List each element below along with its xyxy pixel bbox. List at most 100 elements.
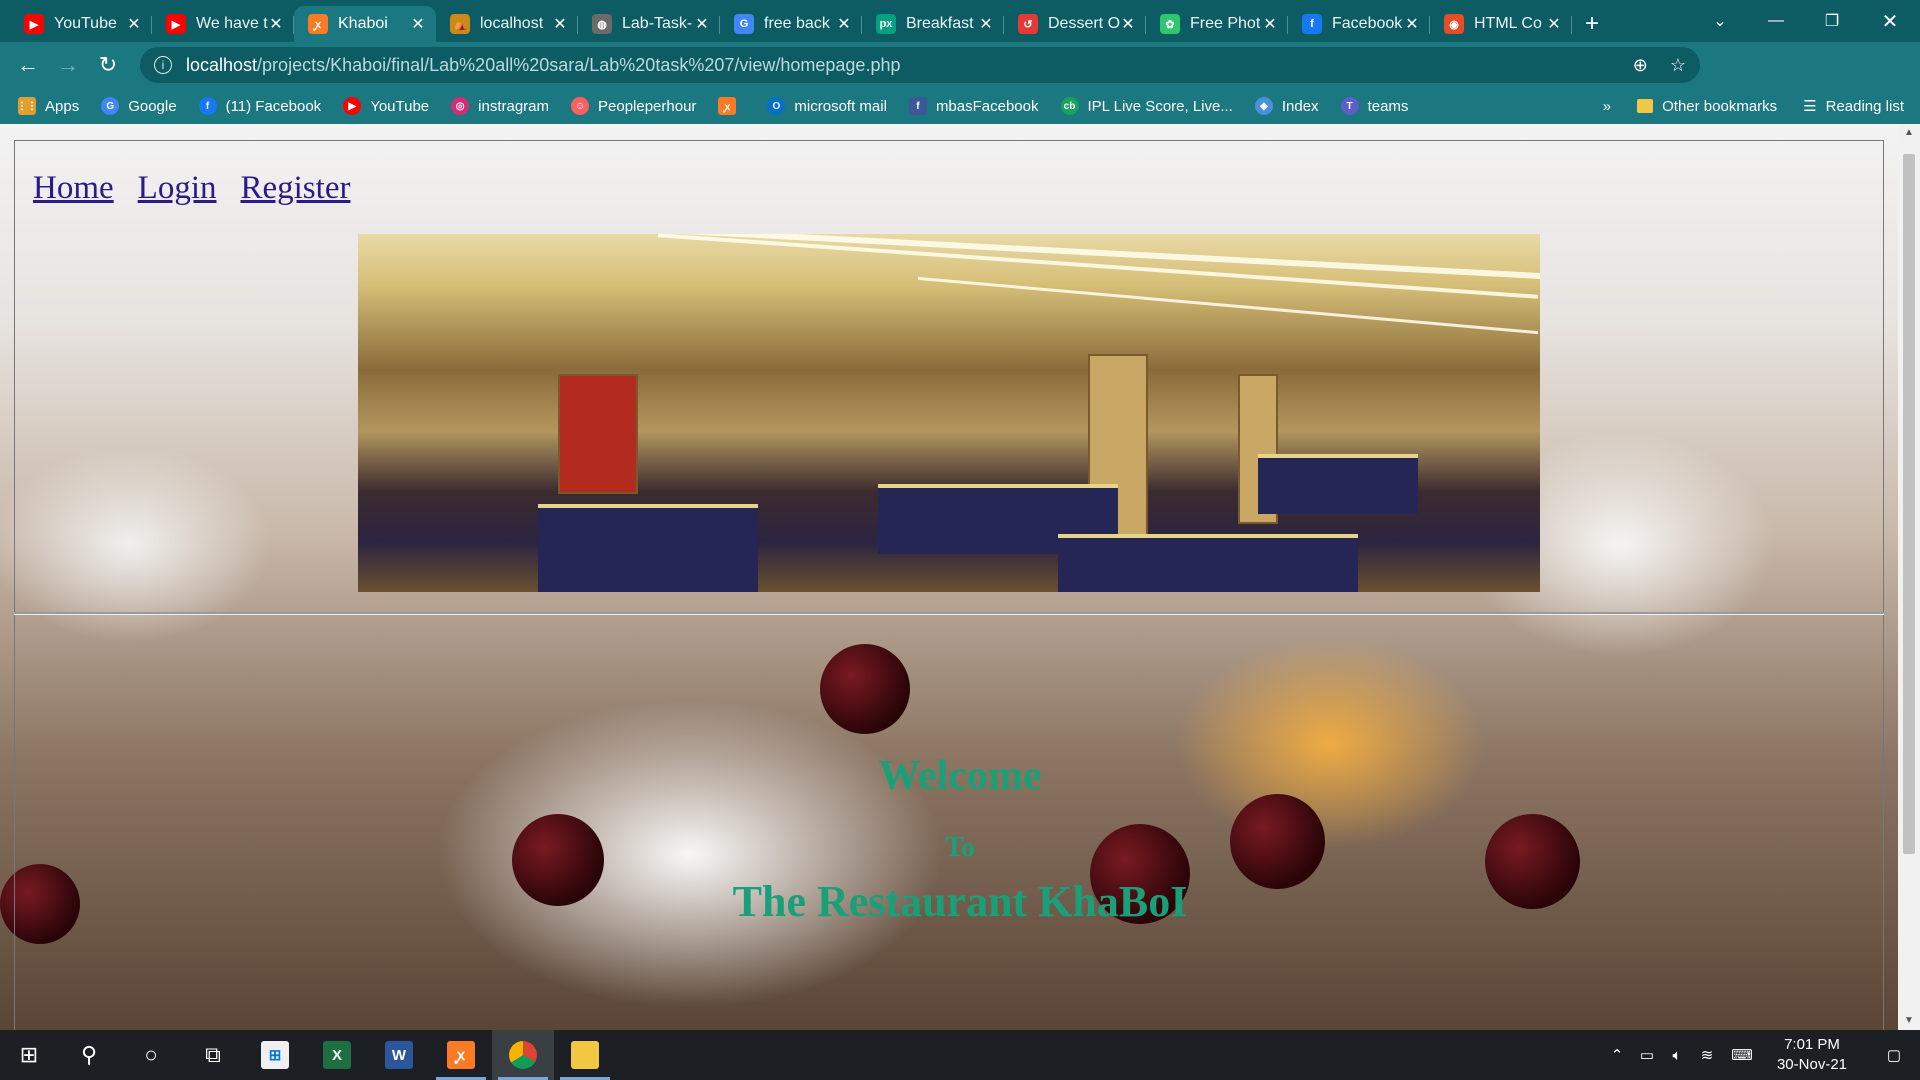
browser-tab[interactable]: Gfree back ✕ [720,6,862,42]
nav-home-link[interactable]: Home [33,170,114,207]
close-window-button[interactable]: ✕ [1862,0,1918,42]
bookmark-label: instragram [478,97,549,115]
volume-icon[interactable]: 🔈︎ [1662,1047,1692,1064]
bookmark-item[interactable]: G Google [101,97,177,115]
horizontal-rule [14,612,1884,615]
bookmark-item[interactable]: ꭙ [718,97,745,115]
back-icon[interactable]: ← [8,45,48,85]
wifi-icon[interactable]: ≋ [1692,1046,1722,1064]
index-icon: ◈ [1254,97,1273,115]
xampp-taskbar-icon[interactable]: ꭙ [430,1030,492,1080]
bookmark-item[interactable]: Omicrosoft mail [767,97,887,115]
tab-close-icon[interactable]: ✕ [126,14,142,34]
tab-close-icon[interactable]: ✕ [694,14,710,34]
welcome-to-text: To [944,832,976,863]
forward-icon[interactable]: → [48,45,88,85]
browser-tab[interactable]: ꭙ Khaboi ✕ [294,6,436,42]
keyboard-icon[interactable]: ⌨ [1722,1046,1762,1064]
bookmark-label: Index [1281,97,1319,115]
other-bookmarks-label: Other bookmarks [1662,97,1778,115]
bookmark-item[interactable]: ⋮⋮ Apps [17,97,79,115]
zoom-icon[interactable]: ⊕ [1633,55,1648,76]
bookmark-item[interactable]: ◎ instragram [451,97,549,115]
tab-close-icon[interactable]: ✕ [836,14,852,34]
bookmark-item[interactable]: cb IPL Live Score, Live... [1060,97,1233,115]
tab-label: Breakfast [906,15,974,32]
new-tab-button[interactable]: + [1572,6,1612,42]
clock-time: 7:01 PM [1784,1036,1840,1053]
cricbuzz-icon: cb [1060,97,1079,115]
tab-close-icon[interactable]: ✕ [978,14,994,34]
tab-list: ▶ YouTube ✕ ▶ We have t ✕ ꭙ Khaboi ✕ ⛺ localhost ✕ ◍… [10,0,1572,42]
bookmark-item[interactable]: f mbasFacebook [908,97,1039,115]
youtube-icon: ▶ [166,14,186,34]
reading-list-label: Reading list [1825,97,1904,115]
battery-icon[interactable]: ▭ [1632,1046,1662,1064]
bookmarks-overflow-icon[interactable]: » [1603,98,1611,115]
reload-icon[interactable]: ↻ [88,45,128,85]
scroll-down-arrow[interactable]: ▼ [1898,1012,1920,1030]
browser-tab[interactable]: ◉ HTML Co ✕ [1430,6,1572,42]
tab-search-icon[interactable]: ⌄ [1692,0,1748,42]
tab-close-icon[interactable]: ✕ [1120,14,1136,34]
store-icon[interactable]: ⊞ [244,1030,306,1080]
tab-close-icon[interactable]: ✕ [1546,14,1562,34]
tab-close-icon[interactable]: ✕ [1404,14,1420,34]
google-icon: G [734,14,754,34]
teams-icon: T [1340,97,1359,115]
bookmark-label: Google [128,97,177,115]
browser-tab[interactable]: ⛺ localhost ✕ [436,6,578,42]
reading-list-button[interactable]: ☰ Reading list [1803,97,1904,116]
facebook-icon: f [908,97,927,115]
other-bookmarks-folder[interactable]: Other bookmarks [1637,98,1777,115]
html-icon: ◉ [1444,14,1464,34]
bookmark-item[interactable]: Tteams [1340,97,1408,115]
localhost-icon: ⛺ [450,14,470,34]
nav-register-link[interactable]: Register [240,170,350,207]
tab-strip: ▶ YouTube ✕ ▶ We have t ✕ ꭙ Khaboi ✕ ⛺ localhost ✕ ◍… [0,0,1920,42]
scroll-up-arrow[interactable]: ▲ [1898,124,1920,142]
vertical-scrollbar[interactable]: ▲ ▼ [1898,124,1920,1030]
pixabay-icon: ✿ [1160,14,1180,34]
browser-tab[interactable]: ◍ Lab-Task- ✕ [578,6,720,42]
bookmark-label: Peopleperhour [598,97,697,115]
tab-close-icon[interactable]: ✕ [268,14,284,34]
minimize-button[interactable]: — [1748,0,1804,42]
tab-label: We have t [196,15,268,32]
pexels-icon: px [876,14,896,34]
tab-close-icon[interactable]: ✕ [410,14,426,34]
bookmark-item[interactable]: ▶ YouTube [343,97,429,115]
task-view-icon[interactable]: ⧉ [182,1030,244,1080]
excel-icon[interactable]: X [306,1030,368,1080]
bookmark-item[interactable]: ☺ Peopleperhour [571,97,696,115]
notifications-icon[interactable]: ▢ [1874,1046,1914,1064]
bookmark-item[interactable]: f (11) Facebook [198,97,321,115]
address-bar[interactable]: i localhost/projects/Khaboi/final/Lab%20… [140,47,1700,83]
word-icon[interactable]: W [368,1030,430,1080]
scrollbar-thumb[interactable] [1903,154,1915,854]
restore-button[interactable]: ❐ [1804,0,1860,42]
browser-tab[interactable]: f Facebook ✕ [1288,6,1430,42]
nav-login-link[interactable]: Login [138,170,217,207]
chrome-taskbar-icon[interactable] [492,1030,554,1080]
start-button[interactable]: ⊞ [0,1030,58,1080]
browser-tab[interactable]: ↺ Dessert O ✕ [1004,6,1146,42]
clock[interactable]: 7:01 PM 30-Nov-21 [1768,1035,1856,1075]
search-icon[interactable]: ⚲ [58,1030,120,1080]
site-info-icon[interactable]: i [154,56,172,74]
browser-tab[interactable]: ✿ Free Phot ✕ [1146,6,1288,42]
bookmark-item[interactable]: ◈ Index [1254,97,1319,115]
tab-close-icon[interactable]: ✕ [1262,14,1278,34]
tab-close-icon[interactable]: ✕ [552,14,568,34]
cortana-icon[interactable]: ○ [120,1030,182,1080]
bookmark-label: IPL Live Score, Live... [1087,97,1233,115]
bookmark-star-icon[interactable]: ☆ [1670,55,1686,76]
file-explorer-icon[interactable] [554,1030,616,1080]
clock-date: 30-Nov-21 [1776,1056,1848,1073]
bookmarks-bar: ⋮⋮ Apps G Google f (11) Facebook ▶ YouTube ◎ inst… [0,88,1920,124]
browser-tab[interactable]: px Breakfast ✕ [862,6,1004,42]
browser-tab[interactable]: ▶ YouTube ✕ [10,6,152,42]
browser-tab[interactable]: ▶ We have t ✕ [152,6,294,42]
tray-overflow-icon[interactable]: ⌃ [1602,1046,1632,1064]
facebook-icon: f [1302,14,1322,34]
